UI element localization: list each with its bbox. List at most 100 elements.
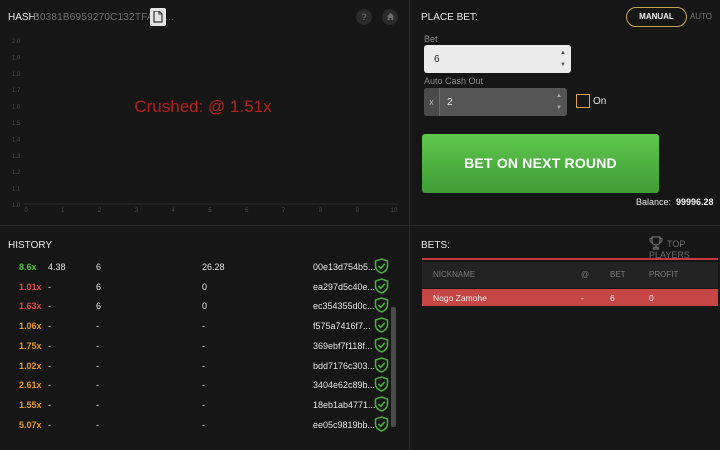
increment-icon[interactable]: ▲: [555, 92, 563, 100]
history-row[interactable]: 2.61x - - -3404e62c89b...: [8, 374, 398, 394]
history-hash[interactable]: 00e13d754b5...: [313, 262, 376, 272]
history-bet: -: [96, 419, 99, 430]
history-multiplier: 1.01x: [19, 281, 42, 292]
history-scrollbar[interactable]: [391, 307, 396, 427]
question-icon: ?: [361, 12, 367, 22]
home-button[interactable]: [382, 9, 398, 25]
copy-hash-button[interactable]: [150, 8, 166, 26]
history-cashout-at: 4.38: [48, 262, 66, 272]
history-hash[interactable]: 18eb1ab4771...: [313, 400, 376, 410]
bet-on-next-round-button[interactable]: BET ON NEXT ROUND: [422, 134, 659, 193]
history-row[interactable]: 1.06x - - - f575a7416f7...: [8, 315, 398, 335]
history-profit: -: [202, 380, 205, 391]
section-divider: [0, 225, 720, 226]
history-profit: -: [202, 321, 205, 332]
shield-check-icon[interactable]: [374, 376, 389, 394]
shield-check-icon[interactable]: [374, 415, 389, 434]
shield-check-icon[interactable]: [374, 356, 389, 375]
decrement-icon[interactable]: ▼: [559, 61, 567, 69]
history-cashout-at: -: [48, 321, 51, 332]
history-row[interactable]: 1.01x - 6 0 ea297d5c40e...: [8, 276, 398, 296]
history-multiplier: 1.75x: [19, 340, 42, 351]
tab-auto[interactable]: AUTO: [689, 7, 713, 27]
history-cashout-at: -: [48, 380, 51, 391]
bet-label: Bet: [424, 34, 438, 44]
history-profit: -: [202, 340, 205, 351]
y-tick-label: 1.8: [12, 72, 21, 78]
decrement-icon[interactable]: ▼: [555, 104, 563, 112]
bet-amount-value: 6: [434, 54, 440, 65]
shield-check-icon[interactable]: [374, 297, 389, 315]
graph-canvas: 2.0 1.9 1.8 1.7 1.6 1.5 1.4 1.3 1.2 1.1 1.0 0 1 2 3 4 5…: [12, 39, 398, 214]
x-tick-label: 9: [356, 208, 360, 214]
history-cashout-at: -: [48, 340, 51, 351]
bet-row[interactable]: Nogo Zamohe - 6 0: [422, 289, 718, 306]
history-bet: -: [96, 340, 99, 351]
column-bet: BET: [610, 270, 626, 279]
x-tick-label: 7: [282, 208, 286, 214]
bet-amount-input[interactable]: 6 ▲ ▼: [424, 45, 571, 73]
history-hash[interactable]: 3404e62c89b...: [313, 380, 375, 390]
y-tick-label: 1.3: [12, 154, 21, 160]
x-tick-label: 0: [24, 208, 28, 214]
y-tick-label: 1.1: [12, 187, 21, 193]
history-row[interactable]: 1.02x - - - bdd7176c303...: [8, 355, 398, 375]
crash-message: Crushed: @ 1.51x: [134, 97, 272, 116]
history-hash[interactable]: 369ebf7f118f...: [313, 341, 372, 351]
bet-row-nickname: Nogo Zamohe: [433, 293, 487, 303]
auto-cashout-checkbox[interactable]: [576, 94, 590, 108]
history-hash[interactable]: ec354355d0c...: [313, 301, 375, 311]
shield-check-icon[interactable]: [374, 396, 389, 414]
history-row[interactable]: 8.6x 4.38 6 26.28 00e13d754b5...: [8, 256, 398, 276]
bet-row-at: -: [581, 293, 584, 303]
history-multiplier: 1.55x: [19, 399, 42, 410]
x-tick-label: 5: [208, 208, 212, 214]
history-bet: -: [96, 380, 99, 391]
history-multiplier: 1.63x: [19, 301, 42, 312]
history-row[interactable]: 1.55x - - -18eb1ab4771...: [8, 394, 398, 414]
x-tick-label: 2: [98, 208, 102, 214]
auto-cashout-on-label: On: [593, 96, 607, 107]
top-players-button[interactable]: TOP PLAYERS: [649, 236, 720, 260]
y-tick-label: 1.6: [12, 105, 21, 111]
history-hash[interactable]: ea297d5c40e...: [313, 282, 375, 292]
increment-icon[interactable]: ▲: [559, 49, 567, 57]
history-row[interactable]: 1.75x - - -369ebf7f118f...: [8, 335, 398, 355]
history-hash[interactable]: bdd7176c303...: [313, 361, 375, 371]
history-cashout-at: -: [48, 419, 51, 430]
bets-accent-line: [422, 258, 718, 260]
x-tick-label: 4: [172, 208, 176, 214]
crash-graph: 2.0 1.9 1.8 1.7 1.6 1.5 1.4 1.3 1.2 1.1 1.0 0 1 2 3 4 5…: [0, 32, 410, 217]
column-profit: PROFIT: [649, 270, 679, 279]
shield-check-icon[interactable]: [374, 337, 389, 355]
history-cashout-at: -: [48, 399, 51, 410]
history-row[interactable]: 1.63x - 6 0 ec354355d0c...: [8, 295, 398, 315]
history-hash[interactable]: ee05c9819bb...: [313, 420, 375, 430]
balance-label: Balance:: [636, 197, 672, 207]
auto-cashout-input[interactable]: x 2 ▲ ▼: [424, 88, 567, 116]
panel-divider: [409, 0, 410, 450]
help-button[interactable]: ?: [356, 9, 372, 25]
y-tick-label: 1.7: [12, 88, 21, 94]
x-tick-label: 1: [61, 208, 65, 214]
shield-check-icon[interactable]: [374, 317, 389, 335]
x-tick-label: 3: [135, 208, 139, 214]
copy-icon: [153, 11, 163, 23]
history-profit: 0: [202, 301, 208, 312]
bets-title: BETS:: [421, 240, 450, 251]
history-hash[interactable]: f575a7416f7...: [313, 321, 371, 331]
history-profit: 26.28: [202, 262, 225, 272]
shield-check-icon[interactable]: [374, 277, 389, 296]
y-tick-label: 1.9: [12, 55, 21, 61]
shield-check-icon[interactable]: [374, 258, 389, 276]
tab-manual[interactable]: MANUAL: [626, 7, 687, 27]
history-row[interactable]: 5.07x - - - ee05c9819bb...: [8, 414, 398, 434]
y-tick-label: 1.0: [12, 203, 21, 209]
history-cashout-at: -: [48, 301, 51, 312]
y-tick-label: 1.4: [12, 137, 21, 143]
history-profit: -: [202, 360, 205, 371]
bet-row-profit: 0: [649, 293, 654, 303]
history-multiplier: 1.02x: [19, 360, 42, 371]
history-profit: -: [202, 399, 205, 410]
history-multiplier: 2.61x: [19, 380, 42, 391]
